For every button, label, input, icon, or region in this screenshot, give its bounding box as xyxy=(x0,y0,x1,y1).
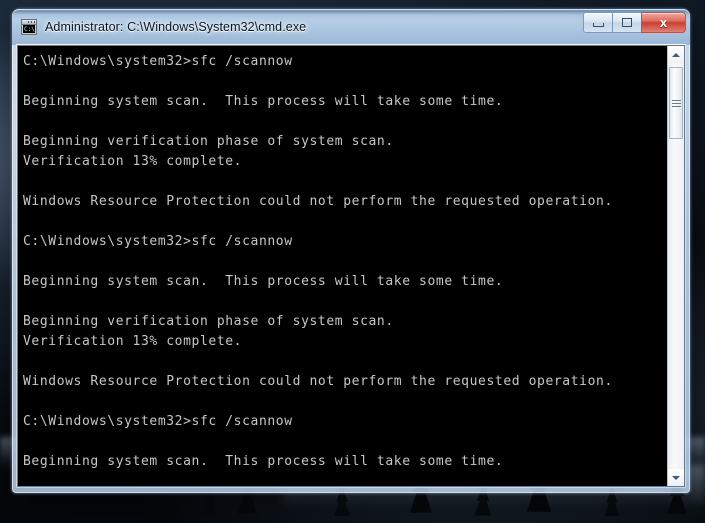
close-button[interactable]: x xyxy=(641,12,686,33)
console-line: Beginning verification phase of system s… xyxy=(23,314,394,329)
console-line: Beginning system scan. This process will… xyxy=(23,94,504,109)
cmd-window[interactable]: C:\ Administrator: C:\Windows\System32\c… xyxy=(12,9,690,493)
cmd-icon-buttons xyxy=(28,21,35,23)
vertical-scrollbar[interactable] xyxy=(667,46,684,486)
title-bar[interactable]: C:\ Administrator: C:\Windows\System32\c… xyxy=(12,9,690,45)
console-line: Verification 13% complete. xyxy=(23,334,243,349)
scroll-up-button[interactable] xyxy=(668,46,684,63)
console-line: C:\Windows\system32>sfc /scannow xyxy=(23,54,293,69)
console-line: Windows Resource Protection could not pe… xyxy=(23,194,613,209)
console-output[interactable]: C:\Windows\system32>sfc /scannow Beginni… xyxy=(18,46,667,486)
console-line: C:\Windows\system32>sfc /scannow xyxy=(23,414,293,429)
console-line: C:\Windows\system32>sfc /scannow xyxy=(23,234,293,249)
scroll-down-arrow-icon xyxy=(672,475,680,480)
maximize-button[interactable] xyxy=(612,12,641,33)
scroll-up-arrow-icon xyxy=(672,52,680,57)
console-line: Beginning system scan. This process will… xyxy=(23,454,504,469)
scrollbar-grip-icon xyxy=(671,99,681,107)
scroll-down-button[interactable] xyxy=(668,469,684,486)
console-line: Windows Resource Protection could not pe… xyxy=(23,374,613,389)
cmd-icon: C:\ xyxy=(21,19,37,35)
window-controls[interactable]: x xyxy=(583,12,686,33)
cmd-icon-screen: C:\ xyxy=(23,25,35,33)
scrollbar-thumb[interactable] xyxy=(669,67,683,139)
maximize-icon xyxy=(622,18,632,27)
console-line: Beginning verification phase of system s… xyxy=(23,134,394,149)
console-line: Beginning system scan. This process will… xyxy=(23,274,504,289)
window-title: Administrator: C:\Windows\System32\cmd.e… xyxy=(45,20,307,34)
console-line: Verification 13% complete. xyxy=(23,154,243,169)
console-client-area[interactable]: C:\Windows\system32>sfc /scannow Beginni… xyxy=(17,45,685,487)
minimize-button[interactable] xyxy=(583,12,612,33)
minimize-icon xyxy=(592,23,604,27)
scrollbar-track[interactable] xyxy=(668,63,684,469)
close-icon: x xyxy=(659,15,668,30)
